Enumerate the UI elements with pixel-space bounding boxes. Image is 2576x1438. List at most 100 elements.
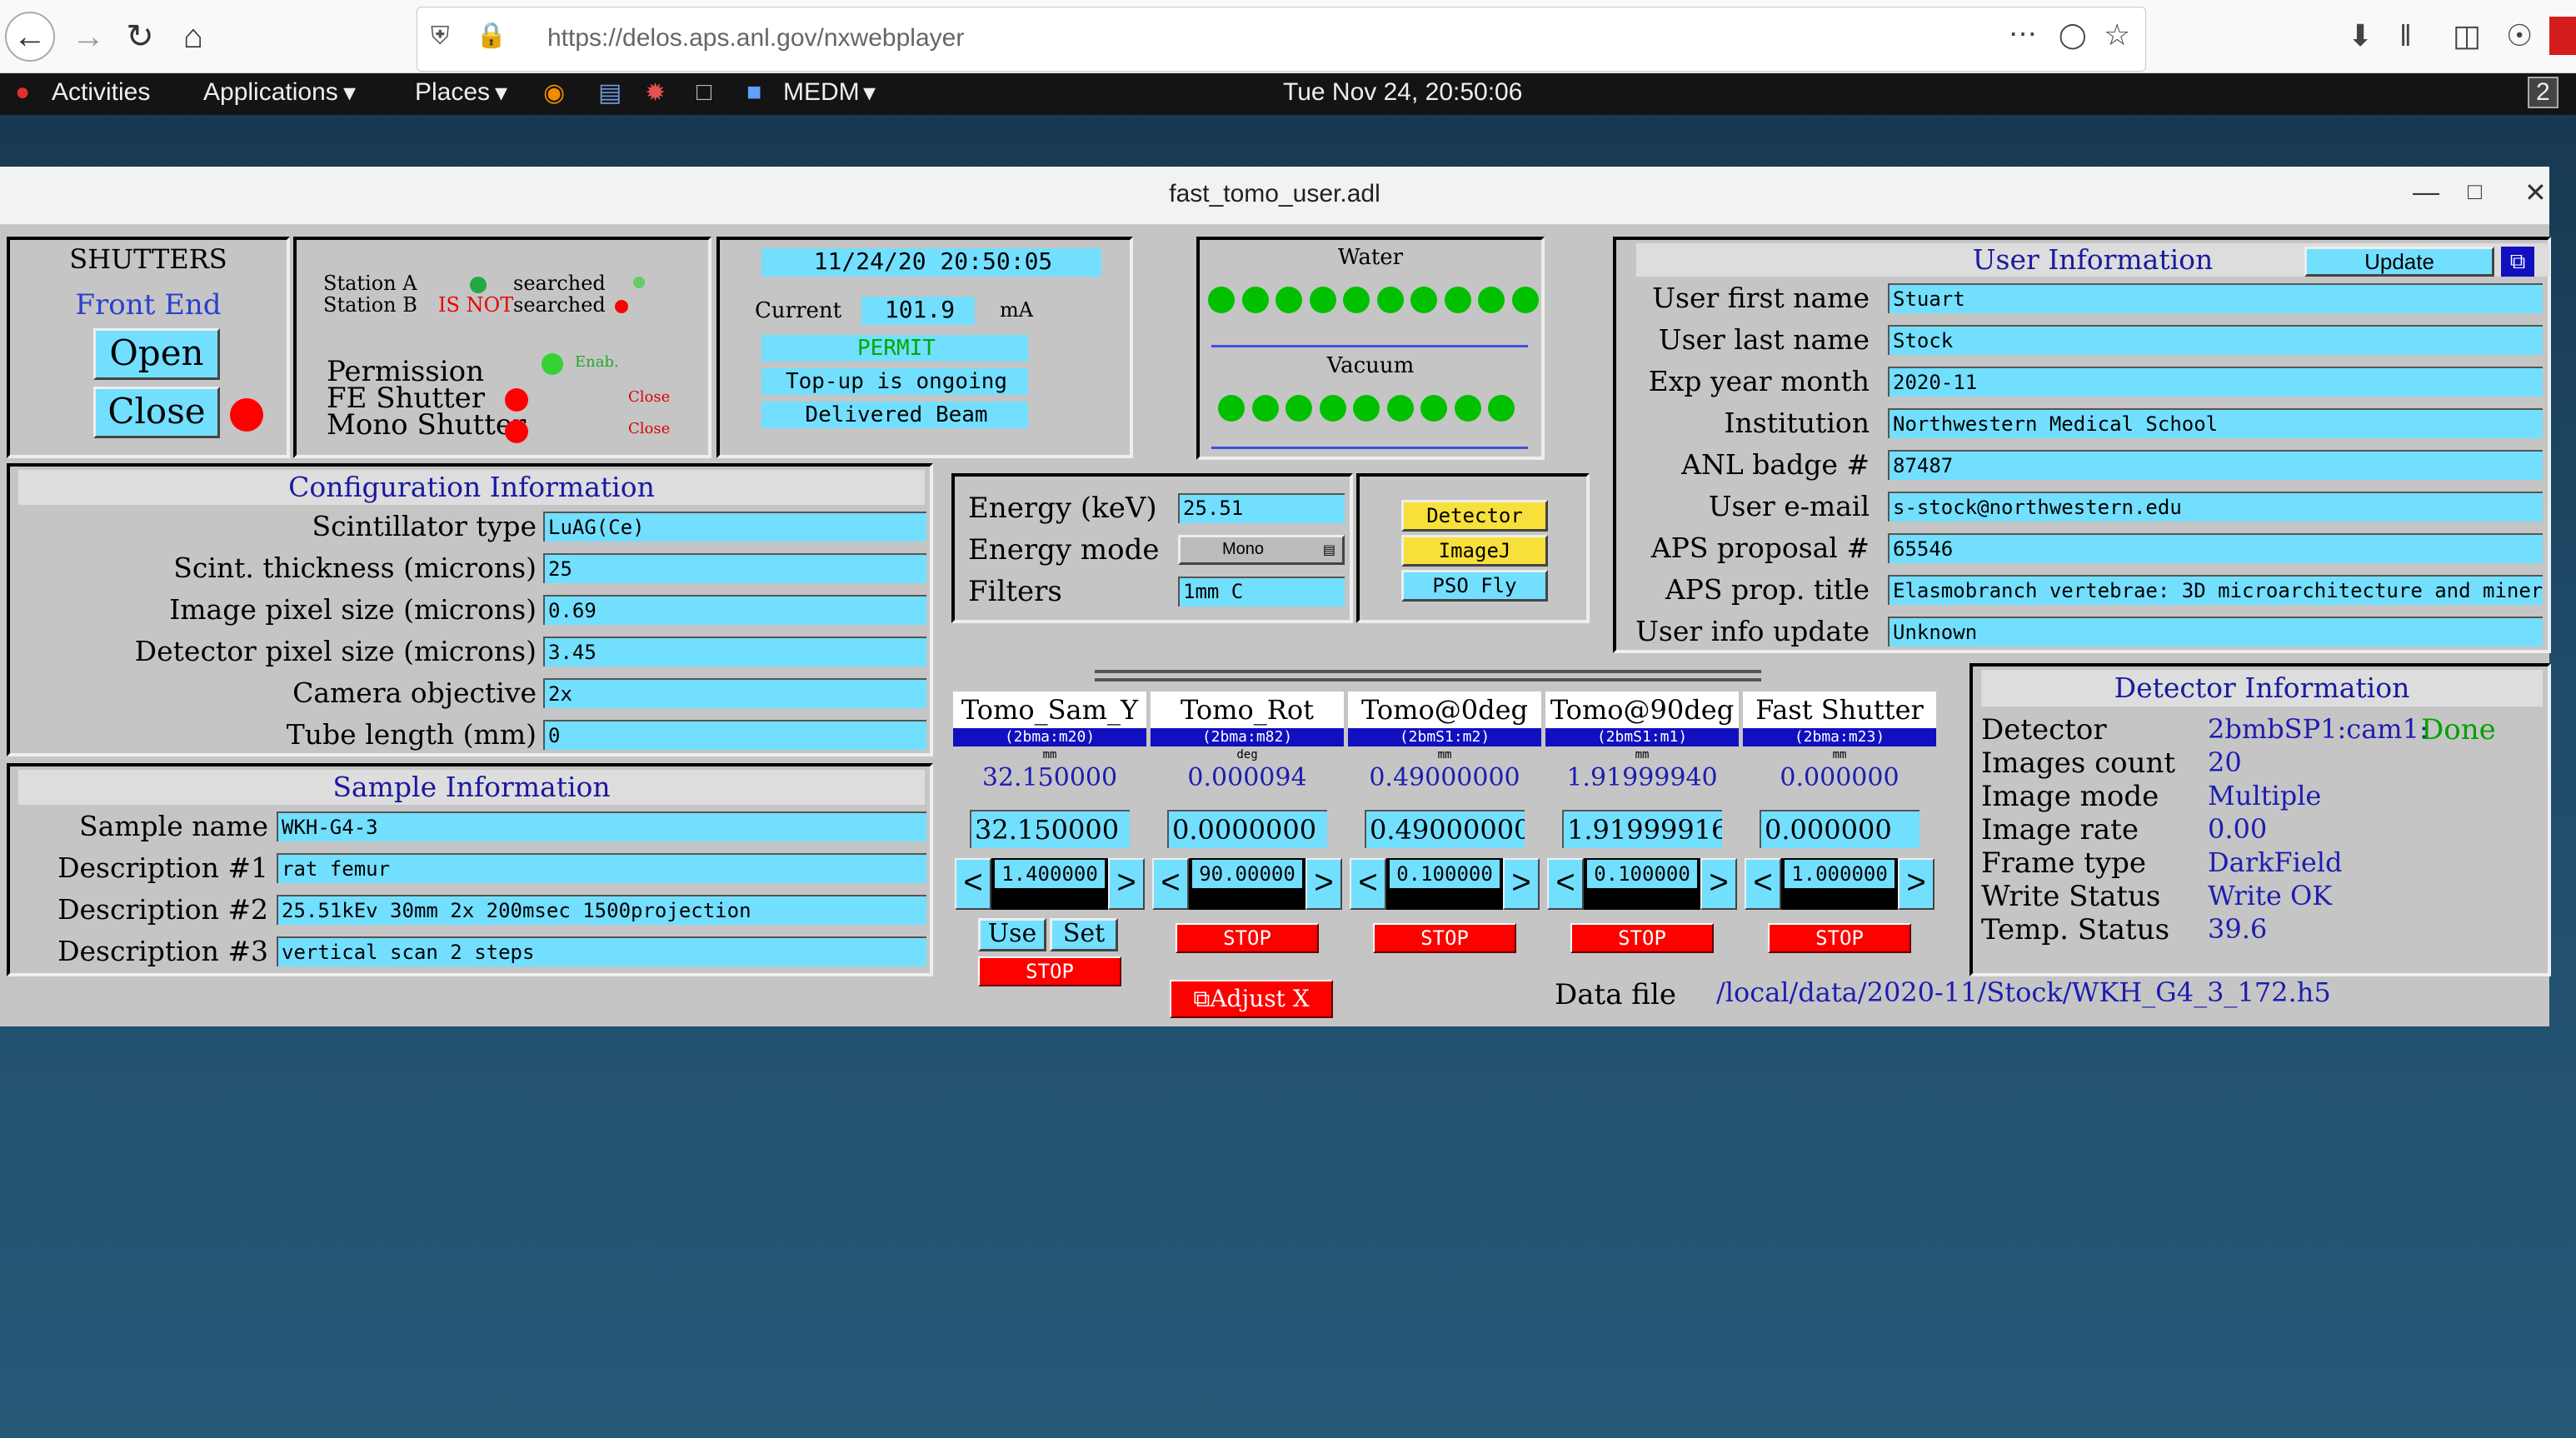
medm-window: fast_tomo_user.adl — □ ✕ SHUTTERS Front … (0, 167, 2551, 1026)
firefox-icon[interactable]: ◉ (543, 78, 565, 107)
imagej-button[interactable]: ImageJ (1401, 535, 1548, 567)
energy-input[interactable]: 25.51 (1178, 493, 1345, 523)
help-icon[interactable]: ✹ (645, 78, 666, 107)
set-button[interactable]: Set (1050, 918, 1118, 951)
adjust-x-button[interactable]: ⧉Adjust X (1170, 980, 1333, 1018)
filters-input[interactable]: 1mm C (1178, 577, 1345, 607)
tweak-right-icon[interactable]: > (1898, 858, 1934, 910)
energy-mode-select[interactable]: Mono ▤ (1178, 535, 1345, 565)
vacuum-lamp (1420, 395, 1447, 422)
water-lamp (1376, 287, 1404, 313)
energy-panel: Energy (keV) 25.51 Energy mode Mono ▤ Fil… (951, 473, 1353, 623)
minimize-icon[interactable]: — (2413, 177, 2439, 207)
tweak-right-icon[interactable]: > (1700, 858, 1737, 910)
detector-info-label: Write Status (1981, 880, 2161, 913)
station-a-searched: searched (513, 272, 606, 295)
motor-drive-input[interactable]: 1.91999916 (1562, 810, 1722, 848)
user-info-field[interactable]: Elasmobranch vertebrae: 3D microarchitec… (1888, 575, 2543, 605)
tweak-left-icon[interactable]: < (1152, 858, 1189, 910)
stop-button[interactable]: STOP (1176, 923, 1319, 953)
sample-field[interactable]: 25.51kEv 30mm 2x 200msec 1500projection (277, 895, 926, 925)
sample-field[interactable]: vertical scan 2 steps (277, 936, 926, 966)
config-field[interactable]: 0 (543, 720, 926, 750)
permission-lamp (542, 353, 563, 375)
user-info-label: User info update (1635, 615, 1870, 647)
applications-menu[interactable]: Applications (203, 78, 338, 107)
back-icon[interactable]: ← (5, 12, 55, 62)
url-bar[interactable]: ⛨ 🔒 https://delos.aps.anl.gov/nxwebplaye… (417, 7, 2146, 72)
user-info-field[interactable]: 2020-11 (1888, 367, 2543, 397)
workspace-indicator[interactable]: 2 (2528, 77, 2559, 108)
maximize-icon[interactable]: □ (2468, 178, 2482, 205)
stop-button[interactable]: STOP (1570, 923, 1714, 953)
tweak-step-input[interactable]: 1.000000 (1785, 860, 1895, 888)
detector-info-label: Temp. Status (1981, 913, 2170, 946)
motor-drive-input[interactable]: 0.000000 (1760, 810, 1920, 848)
config-field[interactable]: LuAG(Ce) (543, 512, 926, 542)
places-menu[interactable]: Places (415, 78, 490, 107)
current-value: 101.9 (861, 297, 975, 325)
user-info-field[interactable]: 87487 (1888, 450, 2543, 480)
open-shutter-button[interactable]: Open (93, 328, 220, 380)
update-button[interactable]: Update (2304, 247, 2494, 277)
sample-field[interactable]: rat femur (277, 853, 926, 883)
more-icon[interactable]: ⋯ (2009, 17, 2037, 51)
related-display-icon[interactable]: ⧉ (2501, 247, 2534, 277)
tweak-left-icon[interactable]: < (955, 858, 991, 910)
medm-menu[interactable]: MEDM (783, 78, 860, 107)
user-info-field[interactable]: Stuart (1888, 283, 2543, 313)
lock-icon[interactable]: 🔒 (476, 21, 507, 50)
home-icon[interactable]: ⌂ (168, 12, 218, 62)
download-icon[interactable]: ⬇ (2348, 18, 2373, 53)
library-icon[interactable]: ‖ (2399, 18, 2412, 53)
config-field[interactable]: 2x (543, 678, 926, 708)
medm-icon: ■ (746, 78, 762, 106)
sidebar-icon[interactable]: ◫ (2453, 18, 2481, 53)
user-info-label: User e-mail (1708, 490, 1870, 522)
user-info-field[interactable]: 65546 (1888, 533, 2543, 563)
forward-icon[interactable]: → (63, 12, 113, 62)
detector-button[interactable]: Detector (1401, 500, 1548, 532)
tweak-right-icon[interactable]: > (1305, 858, 1342, 910)
star-icon[interactable]: ☆ (2104, 17, 2130, 52)
config-field[interactable]: 0.69 (543, 595, 926, 625)
files-icon[interactable]: ▤ (598, 78, 622, 107)
tweak-left-icon[interactable]: < (1350, 858, 1386, 910)
terminal-icon[interactable]: □ (696, 78, 711, 107)
shield-icon[interactable]: ⛨ (431, 22, 450, 51)
tweak-left-icon[interactable]: < (1745, 858, 1781, 910)
tweak-step-input[interactable]: 0.100000 (1390, 860, 1500, 888)
user-info-field[interactable]: Northwestern Medical School (1888, 408, 2543, 438)
tweak-right-icon[interactable]: > (1108, 858, 1145, 910)
vacuum-lamp (1488, 395, 1515, 422)
config-field[interactable]: 25 (543, 553, 926, 583)
pocket-icon[interactable]: ◯ (2059, 21, 2087, 50)
sample-field[interactable]: WKH-G4-3 (277, 811, 926, 841)
stop-button[interactable]: STOP (1373, 923, 1516, 953)
tweak-step-input[interactable]: 1.400000 (995, 860, 1105, 888)
tweak-right-icon[interactable]: > (1503, 858, 1540, 910)
clock[interactable]: Tue Nov 24, 20:50:06 (1283, 78, 1522, 107)
pso-fly-button[interactable]: PSO Fly (1401, 570, 1548, 602)
tweak-step-input[interactable]: 90.00000 (1192, 860, 1302, 888)
stop-button[interactable]: STOP (1768, 923, 1911, 953)
account-icon[interactable]: ☉ (2506, 18, 2533, 53)
user-info-field[interactable]: Unknown (1888, 617, 2543, 647)
activities-button[interactable]: Activities (52, 78, 150, 107)
motor-drive-input[interactable]: 32.150000 (970, 810, 1130, 848)
tweak-left-icon[interactable]: < (1547, 858, 1584, 910)
launch-panel: Detector ImageJ PSO Fly (1356, 473, 1590, 623)
tweak-step-input[interactable]: 0.100000 (1587, 860, 1697, 888)
user-info-field[interactable]: Stock (1888, 325, 2543, 355)
config-field[interactable]: 3.45 (543, 637, 926, 667)
extension-icon[interactable] (2549, 17, 2576, 55)
motor-drive-input[interactable]: 0.0000000 (1167, 810, 1327, 848)
menu-button-icon: ▤ (1322, 543, 1335, 557)
reload-icon[interactable]: ↻ (115, 12, 165, 62)
motor-drive-input[interactable]: 0.49000000 (1365, 810, 1525, 848)
user-info-field[interactable]: s-stock@northwestern.edu (1888, 492, 2543, 522)
close-icon[interactable]: ✕ (2524, 177, 2547, 208)
use-button[interactable]: Use (978, 918, 1046, 951)
close-shutter-button[interactable]: Close (93, 387, 220, 438)
stop-button[interactable]: STOP (978, 956, 1121, 986)
